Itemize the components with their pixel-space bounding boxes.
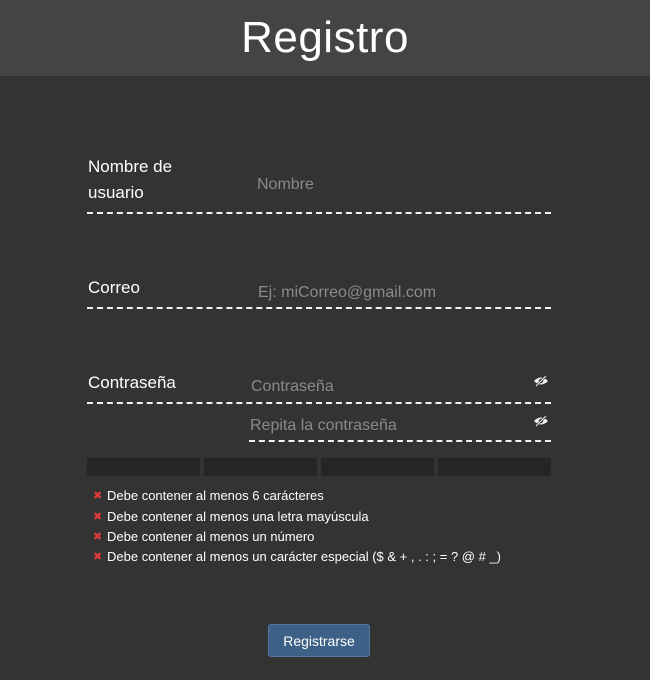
requirement-text: Debe contener al menos una letra mayúscu…	[107, 509, 369, 524]
register-button[interactable]: Registrarse	[268, 624, 370, 657]
strength-segment-4	[438, 458, 551, 476]
email-input[interactable]	[258, 282, 548, 304]
username-label: Nombre de usuario	[88, 157, 173, 202]
error-mark-icon: ✖	[93, 511, 103, 523]
password-input[interactable]	[251, 376, 521, 398]
password-underline	[87, 402, 551, 404]
page-title: Registro	[241, 13, 409, 62]
email-underline	[87, 307, 551, 309]
username-input[interactable]	[257, 174, 547, 196]
password-label: Contraseña	[88, 373, 176, 392]
confirm-password-underline	[249, 440, 551, 442]
confirm-password-input[interactable]	[250, 415, 520, 437]
header-bar: Registro	[0, 0, 650, 76]
requirement-item: ✖ Debe contener al menos una letra mayús…	[93, 509, 369, 524]
strength-segment-3	[321, 458, 434, 476]
requirement-text: Debe contener al menos un número	[107, 529, 315, 544]
requirement-text: Debe contener al menos un carácter espec…	[107, 549, 502, 564]
error-mark-icon: ✖	[93, 551, 103, 563]
username-underline	[87, 212, 551, 214]
requirement-text: Debe contener al menos 6 carácteres	[107, 488, 324, 503]
requirement-item: ✖ Debe contener al menos un número	[93, 529, 314, 544]
confirm-password-visibility-toggle-icon[interactable]	[533, 414, 549, 427]
strength-segment-2	[204, 458, 317, 476]
email-label: Correo	[88, 278, 140, 297]
requirement-item: ✖ Debe contener al menos 6 carácteres	[93, 488, 324, 503]
error-mark-icon: ✖	[93, 531, 103, 543]
error-mark-icon: ✖	[93, 490, 103, 502]
requirement-item: ✖ Debe contener al menos un carácter esp…	[93, 549, 501, 564]
strength-segment-1	[87, 458, 200, 476]
password-visibility-toggle-icon[interactable]	[533, 374, 549, 387]
